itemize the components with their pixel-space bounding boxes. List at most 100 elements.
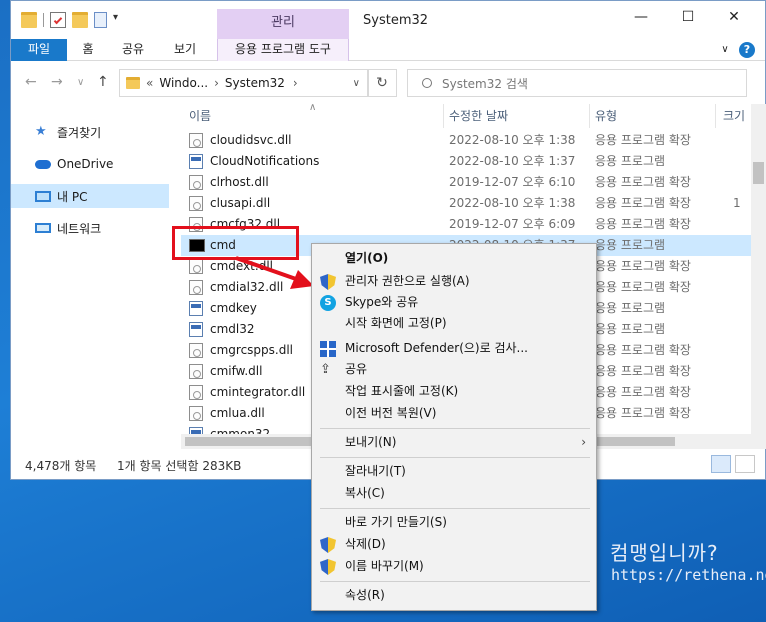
- watermark-url: https://rethena.net: [611, 566, 766, 584]
- address-overflow[interactable]: «: [146, 76, 153, 90]
- exe-file-icon: [189, 154, 203, 169]
- menu-item-pin-taskbar[interactable]: 작업 표시줄에 고정(K): [312, 381, 596, 402]
- cloud-icon: [35, 159, 51, 169]
- column-header-type[interactable]: 유형: [595, 104, 617, 128]
- context-tab-title: 관리: [217, 9, 349, 39]
- dll-file-icon: [189, 133, 203, 148]
- tab-view[interactable]: 보기: [167, 39, 203, 61]
- menu-item-properties[interactable]: 속성(R): [312, 585, 596, 606]
- close-button[interactable]: ✕: [714, 9, 754, 25]
- table-row[interactable]: cloudidsvc.dll 2022-08-10 오후 1:38 응용 프로그램 …: [181, 130, 751, 151]
- search-icon: [422, 78, 432, 88]
- tab-home[interactable]: 홈: [75, 39, 101, 61]
- breadcrumb-system32[interactable]: System32: [225, 76, 285, 90]
- new-folder-icon[interactable]: [72, 12, 88, 28]
- refresh-icon[interactable]: ↻: [367, 69, 397, 97]
- search-input[interactable]: System32 검색: [407, 69, 747, 97]
- menu-item-defender-scan[interactable]: Microsoft Defender(으)로 검사...: [312, 338, 596, 359]
- column-header-size[interactable]: 크기: [723, 104, 745, 128]
- dll-file-icon: [189, 406, 203, 421]
- exe-file-icon: [189, 301, 203, 316]
- details-view-icon[interactable]: [711, 455, 731, 473]
- watermark-title: 컴맹입니까?: [610, 541, 719, 565]
- menu-separator: [320, 428, 590, 429]
- quick-access-toolbar: ▾: [21, 11, 129, 29]
- dll-file-icon: [189, 259, 203, 274]
- search-placeholder: System32 검색: [442, 76, 528, 91]
- maximize-button[interactable]: ☐: [668, 9, 708, 25]
- menu-item-create-shortcut[interactable]: 바로 가기 만들기(S): [312, 512, 596, 533]
- star-icon: ★: [35, 124, 47, 139]
- menu-item-rename[interactable]: 이름 바꾸기(M): [312, 556, 596, 577]
- exe-file-icon: [189, 427, 203, 434]
- network-icon: [35, 223, 51, 233]
- menu-item-pin-start[interactable]: 시작 화면에 고정(P): [312, 313, 596, 334]
- item-count: 4,478개 항목: [25, 459, 97, 473]
- table-row[interactable]: clusapi.dll 2022-08-10 오후 1:38 응용 프로그램 확장 1: [181, 193, 751, 214]
- minimize-button[interactable]: —: [621, 9, 661, 25]
- sidebar-item-network[interactable]: 네트워크: [11, 216, 169, 240]
- uac-shield-icon: [320, 559, 336, 575]
- delete-icon[interactable]: [94, 12, 107, 28]
- properties-icon[interactable]: [50, 12, 66, 28]
- sidebar-item-this-pc[interactable]: 내 PC: [11, 184, 169, 208]
- table-row[interactable]: CloudNotifications 2022-08-10 오후 1:37 응용 프…: [181, 151, 751, 172]
- menu-item-share-skype[interactable]: S Skype와 공유: [312, 292, 596, 313]
- menu-item-send-to[interactable]: 보내기(N) ›: [312, 432, 596, 453]
- uac-shield-icon: [320, 537, 336, 553]
- computer-icon: [35, 190, 51, 202]
- customize-toolbar-chevron-icon[interactable]: ▾: [113, 12, 123, 28]
- menu-separator: [320, 581, 590, 582]
- sort-chevron-icon: ∧: [309, 104, 317, 113]
- forward-arrow-icon[interactable]: →: [51, 74, 63, 90]
- tab-application-tools[interactable]: 응용 프로그램 도구: [217, 39, 349, 61]
- annotation-box-cmd: [172, 226, 299, 260]
- ribbon-expand-chevron-icon[interactable]: ∨: [717, 39, 733, 61]
- address-folder-icon: [126, 77, 140, 89]
- column-header-name[interactable]: 이름: [189, 104, 211, 128]
- menu-item-share[interactable]: ⇪ 공유: [312, 359, 596, 380]
- column-header-date[interactable]: 수정한 날짜: [449, 104, 508, 128]
- menu-item-copy[interactable]: 복사(C): [312, 483, 596, 504]
- sidebar-item-label: 즐겨찾기: [57, 125, 102, 140]
- menu-separator: [320, 457, 590, 458]
- breadcrumb-windows[interactable]: Windo...: [159, 76, 208, 90]
- address-dropdown-chevron-icon[interactable]: ∨: [353, 78, 360, 89]
- scrollbar-thumb[interactable]: [753, 162, 764, 184]
- exe-file-icon: [189, 322, 203, 337]
- column-divider[interactable]: [715, 104, 716, 128]
- tab-file[interactable]: 파일: [11, 39, 67, 61]
- large-icons-view-icon[interactable]: [735, 455, 755, 473]
- column-divider[interactable]: [443, 104, 444, 128]
- tab-share[interactable]: 공유: [115, 39, 151, 61]
- address-bar[interactable]: « Windo... › System32 › ∨: [119, 69, 369, 97]
- uac-shield-icon: [320, 274, 336, 290]
- toolbar-divider: [43, 13, 44, 27]
- table-row[interactable]: clrhost.dll 2019-12-07 오후 6:10 응용 프로그램 확장: [181, 172, 751, 193]
- ribbon-tabs: 파일 홈 공유 보기 응용 프로그램 도구 ∨ ?: [11, 39, 765, 61]
- navigation-bar: ← → ∨ ↑ « Windo... › System32 › ∨ ↻ Syst…: [11, 62, 765, 104]
- dll-file-icon: [189, 364, 203, 379]
- dll-file-icon: [189, 385, 203, 400]
- title-bar: ▾ 관리 System32 — ☐ ✕: [11, 1, 765, 39]
- dll-file-icon: [189, 343, 203, 358]
- column-divider[interactable]: [589, 104, 590, 128]
- sidebar-item-label: OneDrive: [57, 157, 114, 171]
- menu-item-restore-versions[interactable]: 이전 버전 복원(V): [312, 403, 596, 424]
- up-arrow-icon[interactable]: ↑: [97, 74, 109, 90]
- back-arrow-icon[interactable]: ←: [25, 74, 37, 90]
- menu-item-run-as-admin[interactable]: 관리자 권한으로 실행(A): [312, 271, 596, 292]
- folder-icon: [21, 12, 37, 28]
- sidebar-item-quick-access[interactable]: ★ 즐겨찾기: [11, 120, 169, 144]
- context-menu: 열기(O) 관리자 권한으로 실행(A) S Skype와 공유 시작 화면에 …: [311, 243, 597, 611]
- help-icon[interactable]: ?: [739, 42, 755, 58]
- sidebar-item-onedrive[interactable]: OneDrive: [11, 152, 169, 176]
- skype-icon: S: [320, 295, 336, 311]
- menu-item-delete[interactable]: 삭제(D): [312, 534, 596, 555]
- recent-locations-chevron-icon[interactable]: ∨: [77, 77, 84, 88]
- submenu-chevron-icon: ›: [581, 435, 586, 449]
- vertical-scrollbar[interactable]: [751, 104, 766, 449]
- menu-item-cut[interactable]: 잘라내기(T): [312, 461, 596, 482]
- dll-file-icon: [189, 280, 203, 295]
- menu-item-open[interactable]: 열기(O): [312, 248, 596, 269]
